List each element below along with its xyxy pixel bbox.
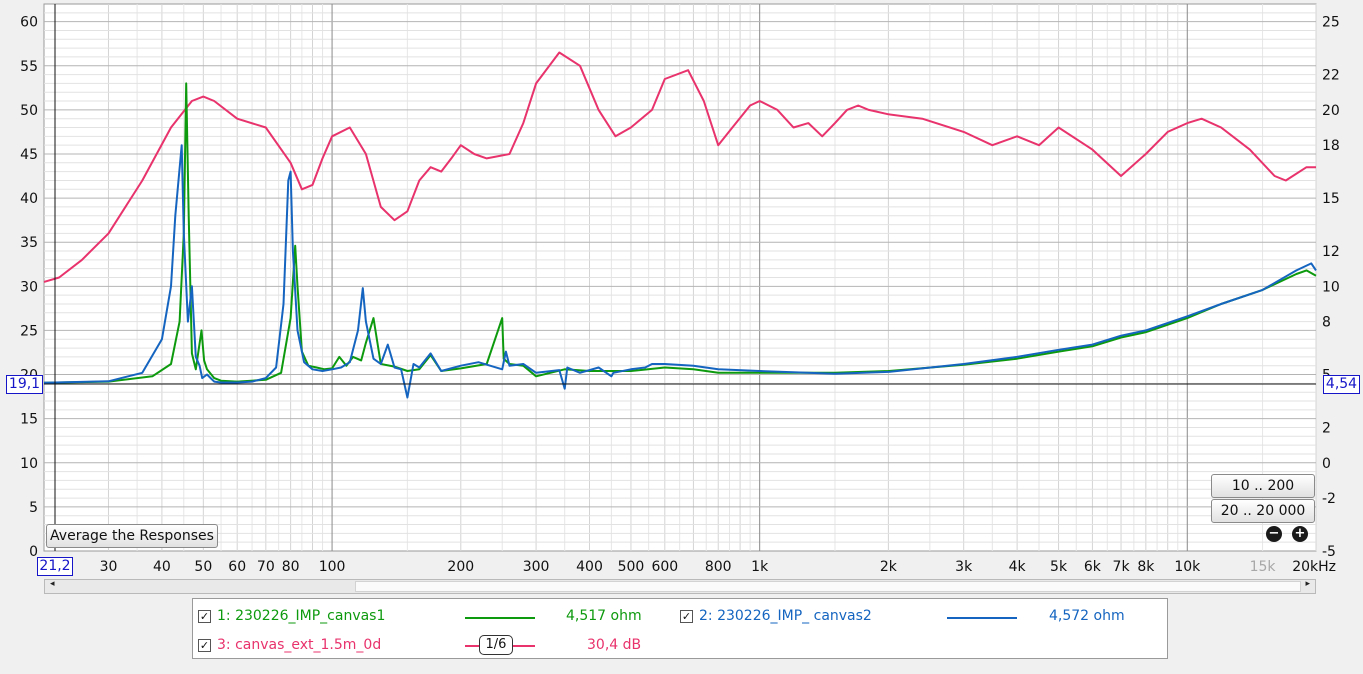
y-axis-left-tick-labels: 051015202530354045505560 [20, 15, 38, 560]
series-1-value: 4,517 ohm [566, 608, 642, 624]
x-tick-label: 5k [1050, 559, 1068, 575]
x-tick-label: 8k [1137, 559, 1155, 575]
x-axis-tick-labels: 30 40 50 60 70 80 100 200 300 400 500 600 800 1k 2k 3k 4… [100, 559, 1336, 575]
cursor-right-value: 4,54 [1323, 375, 1360, 394]
series-3-name: 3: canvas_ext_1.5m_0d [217, 637, 382, 653]
y-left-tick-label: 55 [20, 59, 38, 75]
frequency-response-chart: 30 40 50 60 70 80 100 200 300 400 500 600 800 1k 2k 3k 4… [20, 3, 1340, 575]
x-tick-label: 30 [100, 559, 118, 575]
y-right-tick-label: 18 [1322, 138, 1340, 154]
x-tick-label: 500 [618, 559, 645, 575]
x-tick-label: 100 [319, 559, 346, 575]
series-1-name: 1: 230226_IMP_canvas1 [217, 608, 386, 624]
y-axis-right-tick-labels: -5-2025810121518202225 [1322, 15, 1340, 560]
series-1-checkbox[interactable]: ✓ [198, 610, 211, 623]
smoothing-badge[interactable]: 1/6 [479, 635, 513, 655]
series-3-checkbox[interactable]: ✓ [198, 639, 211, 652]
y-right-tick-label: 15 [1322, 191, 1340, 207]
y-right-tick-label: -5 [1322, 544, 1336, 560]
y-right-tick-label: 20 [1322, 103, 1340, 119]
cursor-frequency-value: 21,2 [37, 557, 73, 576]
series-1-swatch [465, 617, 535, 619]
zoom-in-icon[interactable]: + [1292, 526, 1308, 542]
x-tick-label: 60 [228, 559, 246, 575]
x-tick-label: 70 [257, 559, 275, 575]
y-right-tick-label: 12 [1322, 244, 1340, 260]
y-left-tick-label: 30 [20, 279, 38, 295]
y-right-tick-label: 8 [1322, 315, 1331, 331]
x-tick-label: 80 [282, 559, 300, 575]
legend-panel: ✓ 1: 230226_IMP_canvas1 4,517 ohm ✓ 2: 2… [192, 598, 1168, 659]
x-tick-label: 7k [1113, 559, 1131, 575]
y-left-tick-label: 40 [20, 191, 38, 207]
x-tick-label: 800 [705, 559, 732, 575]
scrollbar-thumb[interactable] [355, 581, 1301, 592]
scroll-left-icon[interactable]: ◂ [50, 579, 55, 589]
cursor-left-value: 19,1 [6, 375, 43, 394]
y-left-tick-label: 5 [29, 500, 38, 516]
average-responses-button[interactable]: Average the Responses [46, 524, 218, 548]
series-2-value: 4,572 ohm [1049, 608, 1125, 624]
range-10-200-button[interactable]: 10 .. 200 [1211, 474, 1315, 498]
y-right-tick-label: 22 [1322, 68, 1340, 84]
y-right-tick-label: 25 [1322, 15, 1340, 31]
y-left-tick-label: 10 [20, 456, 38, 472]
y-right-tick-label: -2 [1322, 491, 1336, 507]
y-left-tick-label: 15 [20, 412, 38, 428]
x-tick-label: 200 [447, 559, 474, 575]
zoom-out-icon[interactable]: − [1266, 526, 1282, 542]
x-tick-label: 6k [1084, 559, 1102, 575]
x-tick-label: 1k [751, 559, 769, 575]
x-tick-label: 15k [1250, 559, 1277, 575]
x-tick-label: 2k [880, 559, 898, 575]
x-tick-label: 50 [194, 559, 212, 575]
x-tick-label: 600 [651, 559, 678, 575]
y-left-tick-label: 45 [20, 147, 38, 163]
x-tick-label: 3k [955, 559, 973, 575]
horizontal-scrollbar[interactable]: ◂ ▸ [44, 579, 1316, 594]
series-2-name: 2: 230226_IMP_ canvas2 [699, 608, 872, 624]
x-tick-label: 10k [1174, 559, 1201, 575]
series-3-value: 30,4 dB [587, 637, 642, 653]
x-tick-label: 400 [576, 559, 603, 575]
series-2-swatch [947, 617, 1017, 619]
y-left-tick-label: 25 [20, 323, 38, 339]
y-right-tick-label: 10 [1322, 279, 1340, 295]
x-tick-label: 300 [523, 559, 550, 575]
x-tick-label: 20kHz [1292, 559, 1336, 575]
y-right-tick-label: 2 [1322, 420, 1331, 436]
series-2-checkbox[interactable]: ✓ [680, 610, 693, 623]
y-right-tick-label: 0 [1322, 456, 1331, 472]
scroll-right-icon[interactable]: ▸ [1305, 579, 1310, 589]
y-left-tick-label: 50 [20, 103, 38, 119]
x-tick-label: 40 [153, 559, 171, 575]
y-left-tick-label: 35 [20, 235, 38, 251]
y-left-tick-label: 60 [20, 15, 38, 31]
range-20-20000-button[interactable]: 20 .. 20 000 [1211, 499, 1315, 523]
x-tick-label: 4k [1009, 559, 1027, 575]
